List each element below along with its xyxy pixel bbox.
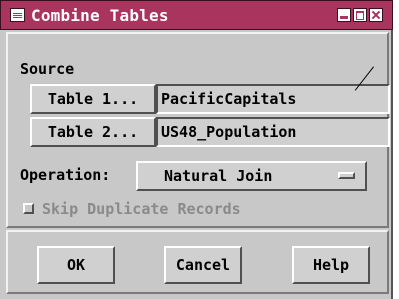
- table-2-button[interactable]: Table 2...: [30, 117, 156, 147]
- operation-label: Operation:: [20, 166, 111, 184]
- operation-option-menu[interactable]: Natural Join: [136, 161, 367, 191]
- combine-tables-dialog: Combine Tables Source Table 1... Pacific…: [0, 0, 393, 299]
- help-button[interactable]: Help: [292, 246, 370, 284]
- system-menu-icon[interactable]: [10, 8, 25, 22]
- ok-button[interactable]: OK: [37, 246, 115, 284]
- minimize-icon[interactable]: [337, 8, 351, 22]
- table-2-field[interactable]: US48_Population: [156, 117, 390, 147]
- skip-duplicates-label: Skip Duplicate Records: [42, 200, 241, 218]
- close-icon[interactable]: [369, 8, 383, 22]
- operation-selected-value: Natural Join: [164, 167, 273, 185]
- title-bar[interactable]: Combine Tables: [0, 0, 393, 30]
- source-label: Source: [20, 60, 75, 78]
- window-title: Combine Tables: [31, 6, 169, 25]
- maximize-icon[interactable]: [353, 8, 367, 22]
- cancel-button[interactable]: Cancel: [164, 246, 242, 284]
- skip-duplicates-checkbox: [23, 203, 34, 214]
- table-1-button[interactable]: Table 1...: [30, 84, 156, 114]
- option-menu-indicator-icon: [338, 172, 355, 179]
